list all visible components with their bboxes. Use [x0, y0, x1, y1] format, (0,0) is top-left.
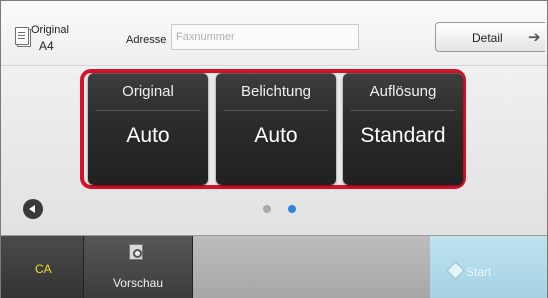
- setting-value: Auto: [126, 124, 170, 147]
- start-diamond-icon: [446, 261, 465, 280]
- original-setting-button[interactable]: Original Auto: [88, 73, 208, 185]
- start-button[interactable]: Start: [430, 236, 547, 298]
- original-size: A4: [39, 39, 54, 53]
- detail-button-label: Detail: [472, 31, 503, 45]
- fax-screen: Original A4 Adresse Detail ➔ Original Au…: [0, 0, 548, 298]
- setting-value: Standard: [360, 124, 446, 147]
- arrow-right-icon: ➔: [528, 29, 541, 46]
- fax-number-input[interactable]: [171, 24, 359, 50]
- back-arrow-icon[interactable]: [23, 199, 43, 219]
- setting-title: Auflösung: [369, 83, 437, 100]
- top-bar: Original A4 Adresse Detail ➔: [1, 1, 547, 66]
- setting-title: Belichtung: [240, 83, 312, 100]
- clear-all-button[interactable]: CA: [1, 236, 84, 298]
- resolution-setting-button[interactable]: Auflösung Standard: [343, 73, 463, 185]
- divider: [224, 110, 328, 111]
- start-label: Start: [466, 265, 492, 279]
- preview-magnifier-icon: [129, 244, 143, 260]
- preview-label: Vorschau: [112, 276, 164, 290]
- page-indicator-dot[interactable]: [263, 205, 271, 213]
- clear-all-label: CA: [35, 262, 52, 276]
- page-indicator-dot-active[interactable]: [288, 205, 296, 213]
- divider: [351, 110, 455, 111]
- preview-button[interactable]: Vorschau: [84, 236, 193, 298]
- bottom-bar: CA Vorschau Start: [1, 235, 547, 298]
- original-document-icon: [15, 27, 29, 45]
- setting-title: Original: [122, 83, 174, 100]
- divider: [96, 110, 200, 111]
- original-label: Original: [31, 24, 69, 36]
- setting-value: Auto: [254, 124, 298, 147]
- exposure-setting-button[interactable]: Belichtung Auto: [216, 73, 336, 185]
- address-label: Adresse: [126, 34, 167, 46]
- detail-button[interactable]: Detail ➔: [435, 22, 545, 52]
